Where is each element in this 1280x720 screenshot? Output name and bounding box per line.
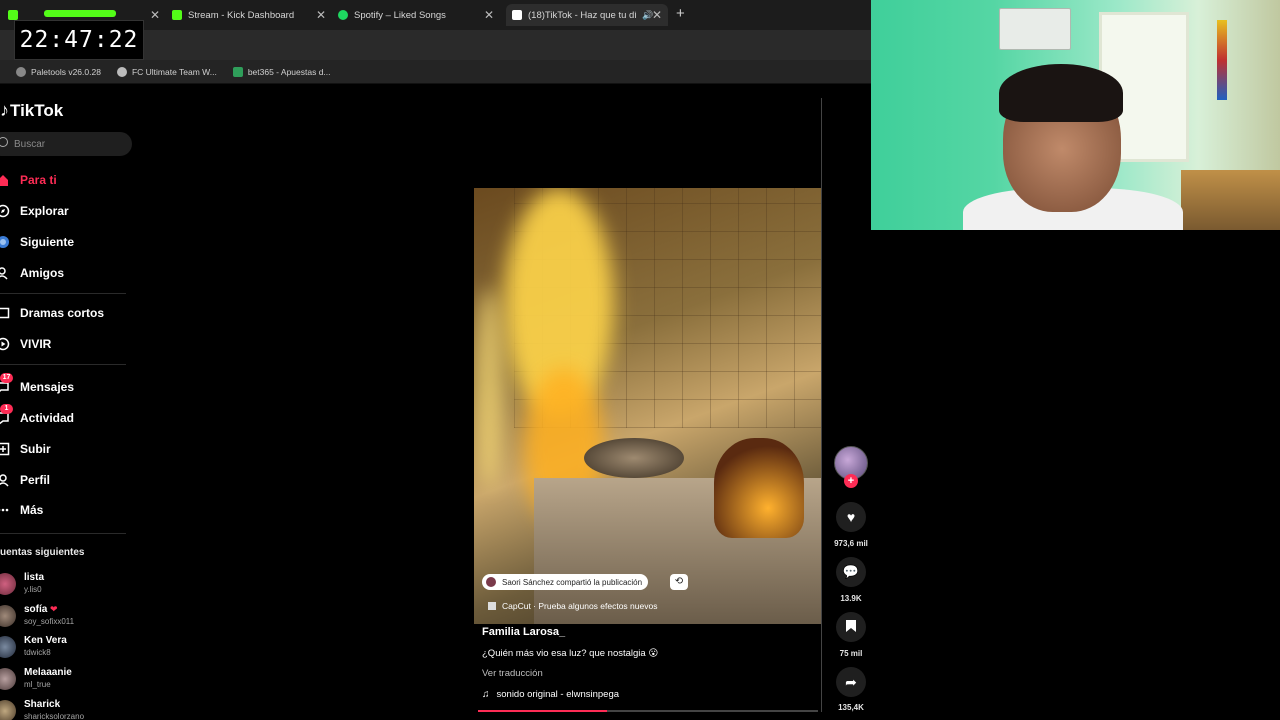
friends-icon — [0, 266, 10, 280]
video-player[interactable]: Saori Sánchez compartió la publicación ⟲… — [474, 98, 822, 712]
screen: ✕ Stream - Kick Dashboard ✕ Spotify – Li… — [0, 0, 1280, 720]
search-icon — [0, 137, 8, 147]
heart-icon: ♥ — [846, 509, 856, 525]
comment-icon: 💬 — [842, 564, 860, 579]
share-count: 135,4K — [838, 703, 864, 712]
webcam-flag — [1217, 20, 1227, 100]
compass-icon — [0, 204, 10, 218]
like-button[interactable]: ♥ — [836, 502, 866, 532]
bookmark-favicon-icon — [232, 66, 243, 77]
save-count: 75 mil — [839, 649, 863, 658]
save-button[interactable] — [836, 612, 866, 642]
video-progress-fill — [478, 710, 608, 712]
heart-emoji-icon: ❤ — [50, 604, 58, 614]
live-icon — [0, 337, 10, 351]
stream-clock: 22:47:22 — [14, 20, 144, 60]
capcut-effect-link[interactable]: CapCut · Prueba algunos efectos nuevos — [488, 601, 657, 611]
kick-favicon-icon — [172, 10, 182, 20]
bookmark-icon — [845, 619, 857, 636]
sound-link[interactable]: ♫ sonido original - elwnsinpega — [482, 689, 619, 700]
kick-favicon-icon — [8, 10, 18, 20]
capcut-icon — [488, 602, 496, 610]
bookmarks-bar: Paletools v26.0.28 FC Ultimate Team W...… — [0, 60, 871, 84]
search-input[interactable]: Buscar — [0, 132, 132, 156]
activity-badge: 1 — [0, 404, 13, 414]
following-accounts-title: uentas siguientes — [0, 547, 85, 558]
bookmark-favicon-icon — [116, 66, 127, 77]
following-icon — [0, 235, 10, 249]
tiktok-logo[interactable]: ♪ TikTok — [0, 100, 63, 121]
webcam-person-hair — [999, 64, 1123, 122]
share-button[interactable]: ➦ — [836, 667, 866, 697]
video-kettle — [714, 438, 804, 538]
video-pot — [584, 438, 684, 478]
bookmark-bet365[interactable]: bet365 - Apuestas d... — [232, 66, 331, 77]
translate-link[interactable]: Ver traducción — [482, 668, 543, 679]
webcam-overlay — [871, 0, 1280, 230]
video-progress-bar[interactable] — [478, 710, 818, 712]
close-tab-icon[interactable]: ✕ — [484, 8, 494, 22]
spotify-favicon-icon — [338, 10, 348, 20]
more-icon — [0, 503, 10, 517]
live-indicator-bar — [44, 10, 116, 17]
webcam-air-conditioner — [999, 8, 1071, 50]
sidebar-divider — [0, 293, 126, 294]
shared-by-pill[interactable]: Saori Sánchez compartió la publicación — [482, 574, 649, 590]
tab-kick-dashboard[interactable]: Stream - Kick Dashboard ✕ — [172, 4, 332, 26]
bookmark-favicon-icon — [16, 66, 26, 77]
follow-plus-icon[interactable]: + — [844, 474, 858, 488]
sidebar-divider — [0, 533, 126, 534]
tab-tiktok[interactable]: (18)TikTok - Haz que tu día 🔊 ✕ — [506, 4, 668, 26]
close-tab-icon[interactable]: ✕ — [652, 8, 662, 22]
video-flame — [474, 288, 504, 488]
tiktok-note-icon: ♪ — [0, 100, 9, 120]
sharer-avatar — [486, 577, 496, 587]
avatar — [0, 668, 16, 690]
post-author[interactable]: Familia Larosa_ — [482, 626, 565, 638]
post-caption: ¿Quién más vio esa luz? que nostalgia 😮 — [482, 648, 659, 659]
tiktok-favicon-icon — [512, 10, 522, 20]
tab-spotify[interactable]: Spotify – Liked Songs ✕ — [338, 4, 500, 26]
home-icon — [0, 173, 10, 187]
bookmark-paletools[interactable]: Paletools v26.0.28 — [16, 66, 101, 77]
new-tab-button[interactable]: + — [676, 5, 685, 22]
close-tab-icon[interactable]: ✕ — [150, 8, 160, 22]
like-count: 973,6 mil — [834, 539, 868, 548]
bookmark-fc-ultimate[interactable]: FC Ultimate Team W... — [116, 66, 217, 77]
comment-button[interactable]: 💬 — [836, 557, 866, 587]
upload-icon — [0, 442, 10, 456]
close-tab-icon[interactable]: ✕ — [316, 8, 326, 22]
share-arrow-icon: ➦ — [845, 673, 857, 690]
avatar — [0, 700, 16, 720]
repost-icon[interactable]: ⟲ — [670, 574, 688, 590]
video-frame[interactable] — [474, 188, 821, 624]
drama-icon — [0, 306, 10, 320]
comment-count: 13.9K — [840, 594, 862, 603]
webcam-bed — [1181, 170, 1280, 230]
avatar — [0, 636, 16, 658]
profile-icon — [0, 473, 10, 487]
sidebar-divider — [0, 364, 126, 365]
avatar — [0, 605, 16, 627]
messages-badge: 17 — [0, 373, 13, 383]
avatar — [0, 573, 16, 595]
music-note-icon: ♫ — [482, 689, 490, 700]
